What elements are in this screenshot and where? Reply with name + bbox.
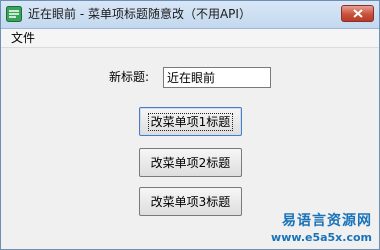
menu-bar: 文件: [1, 29, 379, 48]
new-title-label: 新标题:: [109, 70, 150, 84]
window-title: 近在眼前 - 菜单项标题随意改（不用API）: [28, 7, 251, 21]
rename-menu-item-3-button[interactable]: 改菜单项3标题: [139, 187, 242, 216]
rename-menu-item-1-label: 改菜单项1标题: [147, 113, 234, 131]
rename-menu-item-3-label: 改菜单项3标题: [150, 195, 231, 209]
close-icon: [353, 9, 363, 18]
title-bar[interactable]: 近在眼前 - 菜单项标题随意改（不用API）: [1, 1, 379, 29]
app-window-icon: [6, 6, 22, 22]
rename-menu-item-2-button[interactable]: 改菜单项2标题: [139, 148, 242, 177]
new-title-input[interactable]: [163, 67, 271, 88]
site-watermark: 易语言资源网 www.e5a5x.com: [266, 213, 372, 244]
watermark-chinese: 易语言资源网: [282, 213, 372, 229]
rename-menu-item-2-label: 改菜单项2标题: [150, 156, 231, 170]
close-button[interactable]: [341, 5, 374, 22]
watermark-url: www.e5a5x.com: [271, 231, 372, 244]
menu-file[interactable]: 文件: [11, 30, 35, 46]
rename-menu-item-1-button[interactable]: 改菜单项1标题: [139, 107, 242, 136]
main-window: 近在眼前 - 菜单项标题随意改（不用API） 文件 新标题: 改菜单项1标题 改…: [0, 0, 380, 250]
